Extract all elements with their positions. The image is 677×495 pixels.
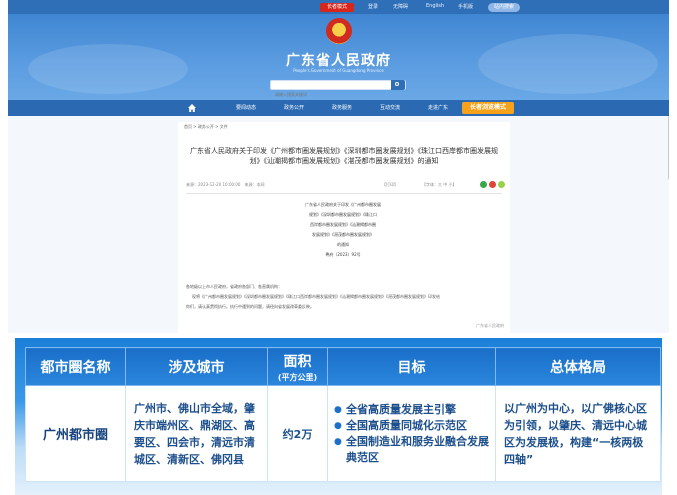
share-icon[interactable] [498,181,505,188]
column-header-cities: 涉及城市 [125,347,268,386]
cell-area: 约2万 [267,385,328,482]
nav-item-affairs[interactable]: 政务公开 [284,104,304,111]
cell-goals: 全省高质量发展主引擎 全国高质量同城化示范区 全国制造业和服务业融合发展典范区 [327,385,496,482]
nav-item-interaction[interactable]: 互动交流 [380,104,400,111]
site-search-button[interactable]: 站内搜索 [488,3,520,12]
main-nav: 要闻动态 政务公开 政务服务 互动交流 走进广东 长者浏览模式 [8,100,669,116]
document-body-line: 现将《广州都市圈发展规划》《深圳都市圈发展规划》《珠江口西岸都市圈发展规划》《汕… [192,294,440,299]
search-icon [395,82,399,86]
national-emblem-icon [326,18,352,44]
font-size-controls[interactable]: 【字体：大 中 小】 [422,182,457,188]
site-banner: 广东省人民政府 People's Government of Guangdong… [8,14,669,100]
column-header-area: 面积 (平方公里) [267,347,328,386]
document-salutation: 各地级以上市人民政府，省政府各部门、各直属机构： [186,284,282,289]
metro-table: 都市圈名称 涉及城市 面积 (平方公里) 目标 总体格局 广州都市圈 广州市、佛… [25,347,661,482]
top-utility-bar: 长者模式 登录 无障碍 English 手机版 站内搜索 [8,0,669,14]
metro-table-graphic: 都市圈名称 涉及城市 面积 (平方公里) 目标 总体格局 广州都市圈 广州市、佛… [15,338,662,495]
site-subtitle: People's Government of Guangdong Provinc… [293,68,384,73]
site-title: 广东省人民政府 [286,53,391,69]
goal-item: 全国高质量同城化示范区 [334,418,489,434]
table-header-row: 都市圈名称 涉及城市 面积 (平方公里) 目标 总体格局 [25,347,661,386]
accessibility-link[interactable]: 无障碍 [393,3,408,10]
breadcrumb: 首页 > 政务公开 > 文件 [184,124,228,129]
search-field [270,80,406,99]
column-header-pattern: 总体格局 [495,347,661,386]
column-header-name: 都市圈名称 [25,347,126,386]
column-header-goals: 目标 [327,347,496,386]
elder-browse-button[interactable]: 长者浏览模式 [462,102,514,114]
weibo-share-icon[interactable] [489,181,496,188]
home-icon[interactable] [188,104,196,112]
document-heading: 广东省人民政府关于印发《广州都市圈发展 规划》《深圳都市圈发展规划》《珠江口 西… [305,202,381,257]
login-link[interactable]: 登录 [368,3,378,10]
wechat-share-icon[interactable] [480,181,487,188]
goal-item: 全国制造业和服务业融合发展典范区 [334,434,489,466]
article-panel: 首页 > 政务公开 > 文件 广东省人民政府关于印发《广州都市圈发展规划》《深圳… [178,122,510,333]
article-meta: 来源：2023-12-20 10:00:00 来源：本网 【打印】 【字体：大 … [186,181,505,190]
divider [186,193,502,194]
cell-metro-name: 广州都市圈 [25,385,126,482]
search-input[interactable] [271,90,389,99]
cell-cities: 广州市、佛山市全域，肇庆市端州区、鼎湖区、高要区、四会市，清远市清城区、清新区、… [125,385,268,482]
search-button[interactable] [391,80,405,90]
table-row: 广州都市圈 广州市、佛山市全域，肇庆市端州区、鼎湖区、高要区、四会市，清远市清城… [25,385,661,482]
article-source: 来源：2023-12-20 10:00:00 来源：本网 [186,182,265,187]
cell-pattern: 以广州为中心，以广佛核心区为引领，以肇庆、清远中心城区为发展极，构建“一核两极四… [495,385,661,482]
scrollbar[interactable] [668,116,669,180]
document-signature: 广东省人民政府 [476,323,504,328]
nav-item-news[interactable]: 要闻动态 [236,104,256,111]
english-link[interactable]: English [426,3,444,9]
nav-item-guangdong[interactable]: 走进广东 [428,104,448,111]
print-button[interactable]: 【打印】 [382,182,398,188]
mobile-link[interactable]: 手机版 [458,3,473,10]
nav-item-services[interactable]: 政务服务 [332,104,352,111]
website-screenshot: 长者模式 登录 无障碍 English 手机版 站内搜索 广东省人民政府 Peo… [8,0,669,333]
elder-mode-button[interactable]: 长者模式 [320,3,354,12]
article-title: 广东省人民政府关于印发《广州都市圈发展规划》《深圳都市圈发展规划》《珠江口西岸都… [190,147,498,165]
document-body-line: 你们，请认真贯彻执行。执行中遇到的问题，请径向省发展改革委反映。 [186,304,314,309]
goal-item: 全省高质量发展主引擎 [334,402,489,418]
